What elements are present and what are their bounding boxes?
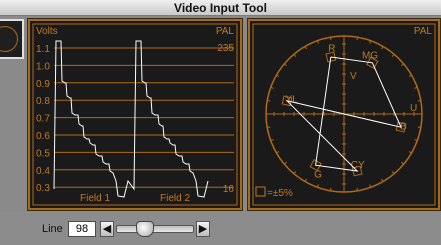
vectorscope-target-label: R (328, 44, 335, 55)
vectorscope-target-label: YL (286, 95, 299, 106)
vectorscope-target-label: MG (362, 50, 378, 61)
waveform-tick-label: 0.9 (36, 79, 50, 90)
waveform-tick-label: 1.1 (36, 44, 50, 55)
waveform-monitor: Volts PAL 235 16 Field 1 Field 2 1.1 1.0 0… (28, 19, 242, 210)
tolerance-box-icon (255, 186, 266, 197)
title-bar: Video Input Tool (0, 0, 441, 16)
u-axis-label: U (410, 103, 417, 114)
line-number-field[interactable]: 98 (68, 221, 96, 237)
waveform-bottom-value: 16 (223, 184, 235, 195)
waveform-tick-label: 0.3 (36, 183, 50, 194)
line-increment-button[interactable]: ▶ (196, 221, 210, 237)
vectorscope-target-label: G (314, 170, 322, 181)
waveform-tick-label: 0.4 (36, 166, 50, 177)
window-title: Video Input Tool (174, 1, 267, 15)
waveform-tick-label: 0.8 (36, 96, 50, 107)
line-slider-track[interactable] (116, 225, 194, 233)
line-decrement-button[interactable]: ◀ (100, 221, 114, 237)
vectorscope-plot: PAL V U RMGBCYGYL =±5% (252, 23, 436, 206)
waveform-tick-label: 0.6 (36, 131, 50, 142)
arrow-left-icon: ◀ (102, 222, 112, 235)
waveform-plot: Volts PAL 235 16 Field 1 Field 2 1.1 1.0 0… (32, 23, 238, 206)
line-label: Line (42, 223, 63, 235)
v-axis-label: V (350, 71, 357, 82)
field2-label: Field 2 (160, 193, 190, 204)
tolerance-label: =±5% (267, 188, 293, 199)
waveform-top-value: 235 (217, 43, 234, 54)
waveform-tick-label: 1.0 (36, 61, 50, 72)
line-control-bar: Line 98 ◀ ▶ (0, 212, 441, 245)
side-panel-ring (0, 26, 18, 52)
waveform-unit-label: Volts (36, 26, 58, 37)
field1-label: Field 1 (80, 193, 110, 204)
vectorscope-standard-label: PAL (414, 26, 433, 37)
arrow-right-icon: ▶ (198, 222, 208, 235)
waveform-trace (53, 40, 209, 198)
waveform-standard-label: PAL (216, 26, 235, 37)
vectorscope-target-label: CY (351, 160, 365, 171)
waveform-tick-label: 0.5 (36, 148, 50, 159)
line-slider-thumb[interactable] (136, 221, 155, 237)
side-panel-stub (0, 19, 24, 59)
vectorscope: PAL V U R MG B CY G YL =±5% (248, 19, 440, 210)
waveform-tick-label: 0.7 (36, 114, 50, 125)
